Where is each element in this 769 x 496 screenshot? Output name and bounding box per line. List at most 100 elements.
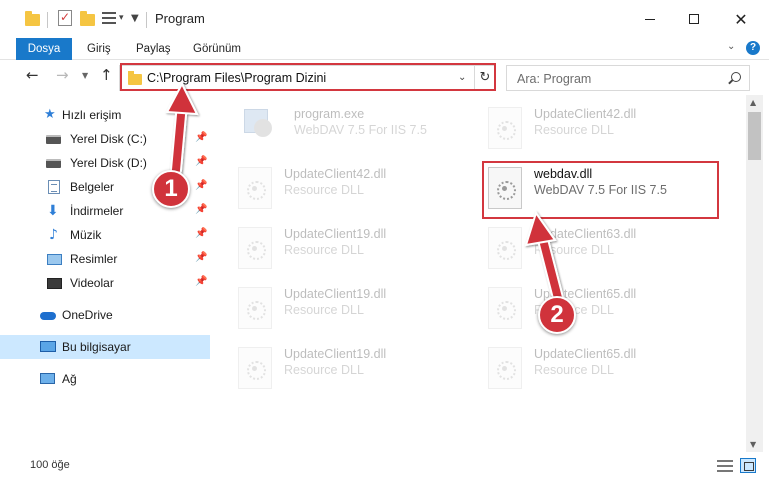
back-arrow-icon[interactable]: ← <box>26 66 39 84</box>
dll-file-icon <box>238 227 272 269</box>
pin-icon[interactable]: 📌 <box>195 276 207 287</box>
sidebar-item-local-disk-c[interactable]: Yerel Disk (C:) 📌 <box>0 127 210 151</box>
maximize-button[interactable] <box>671 0 717 38</box>
file-item[interactable]: program.exe WebDAV 7.5 For IIS 7.5 <box>232 101 472 159</box>
file-description: WebDAV 7.5 For IIS 7.5 <box>294 123 427 137</box>
tab-view[interactable]: Görünüm <box>193 38 241 60</box>
vertical-scrollbar[interactable]: ▲ ▼ <box>746 95 763 452</box>
file-description: Resource DLL <box>534 123 614 137</box>
minimize-button[interactable] <box>627 0 673 38</box>
file-name: UpdateClient65.dll <box>534 347 637 361</box>
scrollbar-thumb[interactable] <box>748 112 761 160</box>
tab-share[interactable]: Paylaş <box>136 38 171 60</box>
help-icon[interactable]: ? <box>746 41 760 55</box>
window-bottom-edge <box>0 478 769 496</box>
new-folder-icon[interactable] <box>80 11 95 26</box>
file-description: Resource DLL <box>284 243 364 257</box>
search-placeholder: Ara: Program <box>517 72 592 86</box>
title-bar: ▾ ▼ Program ✕ <box>0 0 769 38</box>
pin-icon[interactable]: 📌 <box>195 204 207 215</box>
videos-icon <box>47 278 62 289</box>
scroll-up-icon[interactable]: ▲ <box>750 98 756 107</box>
close-button[interactable]: ✕ <box>718 0 764 38</box>
file-item[interactable]: UpdateClient19.dll Resource DLL <box>230 281 470 339</box>
dll-file-icon <box>488 227 522 269</box>
file-item[interactable]: UpdateClient65.dll Resource DLL <box>480 341 720 399</box>
folder-icon <box>128 71 142 85</box>
file-item[interactable]: UpdateClient63.dll Resource DLL <box>480 221 720 279</box>
status-bar: 100 öğe <box>0 454 769 478</box>
sidebar-item-pictures[interactable]: Resimler 📌 <box>0 247 210 271</box>
quick-access-dropdown-icon[interactable]: ▾ <box>119 13 124 23</box>
file-name: UpdateClient19.dll <box>284 347 387 361</box>
sidebar-item-this-pc[interactable]: Bu bilgisayar <box>0 335 210 359</box>
file-name: UpdateClient19.dll <box>284 287 387 301</box>
file-item[interactable]: UpdateClient65.dll Resource DLL <box>480 281 720 339</box>
search-input[interactable]: Ara: Program <box>506 65 750 91</box>
up-arrow-icon[interactable]: ↑ <box>100 66 113 84</box>
dll-file-icon <box>238 167 272 209</box>
window-title: Program <box>155 11 205 26</box>
navigation-pane: ★ Hızlı erişim Yerel Disk (C:) 📌 Yerel D… <box>0 100 212 452</box>
sidebar-item-music[interactable]: ♪ Müzik 📌 <box>0 223 210 247</box>
file-name: UpdateClient19.dll <box>284 227 387 241</box>
tab-home[interactable]: Giriş <box>87 38 111 60</box>
sidebar-item-label: Resimler <box>70 252 118 266</box>
computer-icon <box>40 341 56 352</box>
documents-icon <box>48 180 60 194</box>
folder-icon <box>25 11 40 26</box>
pin-icon[interactable]: 📌 <box>195 228 207 239</box>
file-item[interactable]: UpdateClient19.dll Resource DLL <box>230 221 470 279</box>
sidebar-item-network[interactable]: Ağ <box>0 367 210 391</box>
maximize-icon <box>689 14 699 24</box>
step-1-badge: 1 <box>152 170 190 208</box>
minimize-icon <box>645 18 655 20</box>
dll-file-icon <box>488 167 522 209</box>
file-item[interactable]: UpdateClient42.dll Resource DLL <box>480 101 720 159</box>
file-description: Resource DLL <box>534 243 614 257</box>
scroll-down-icon[interactable]: ▼ <box>750 440 756 449</box>
file-description: WebDAV 7.5 For IIS 7.5 <box>534 183 667 197</box>
recent-locations-icon[interactable]: ▼ <box>82 71 88 80</box>
pin-icon[interactable]: 📌 <box>195 252 207 263</box>
file-list: program.exe WebDAV 7.5 For IIS 7.5 Updat… <box>214 95 746 452</box>
forward-arrow-icon[interactable]: → <box>56 66 69 84</box>
address-dropdown-icon[interactable]: ⌄ <box>458 72 466 83</box>
view-icon[interactable] <box>102 12 116 24</box>
file-item-webdav[interactable]: webdav.dll WebDAV 7.5 For IIS 7.5 <box>480 161 720 219</box>
pin-icon[interactable]: 📌 <box>195 156 207 167</box>
address-bar[interactable]: C:\Program Files\Program Dizini ⌄ ↻ <box>119 65 495 91</box>
address-path[interactable]: C:\Program Files\Program Dizini <box>147 71 326 85</box>
pin-icon[interactable]: 📌 <box>195 180 207 191</box>
customize-toolbar-icon[interactable]: ▼ <box>131 13 139 24</box>
file-item[interactable]: UpdateClient42.dll Resource DLL <box>230 161 470 219</box>
sidebar-item-label: Yerel Disk (C:) <box>70 132 147 146</box>
sidebar-item-label: Videolar <box>70 276 114 290</box>
network-icon <box>40 373 55 384</box>
properties-icon[interactable] <box>58 10 72 26</box>
file-name: UpdateClient63.dll <box>534 227 637 241</box>
navigation-bar: ← → ▼ ↑ C:\Program Files\Program Dizini … <box>0 61 769 95</box>
pin-icon[interactable]: 📌 <box>195 132 207 143</box>
search-icon[interactable] <box>731 72 741 82</box>
toolbar-separator <box>47 12 48 28</box>
tab-file[interactable]: Dosya <box>16 38 72 60</box>
file-item[interactable]: UpdateClient19.dll Resource DLL <box>230 341 470 399</box>
file-description: Resource DLL <box>284 183 364 197</box>
tiles-view-icon[interactable] <box>740 458 756 473</box>
sidebar-item-onedrive[interactable]: OneDrive <box>0 303 210 327</box>
file-description: Resource DLL <box>534 363 614 377</box>
sidebar-item-label: Ağ <box>62 372 77 386</box>
expand-ribbon-icon[interactable]: ⌄ <box>727 41 735 52</box>
sidebar-item-label: İndirmeler <box>70 204 124 218</box>
dll-file-icon <box>488 347 522 389</box>
dll-file-icon <box>238 287 272 329</box>
file-name: UpdateClient42.dll <box>284 167 387 181</box>
dll-file-icon <box>488 287 522 329</box>
dll-file-icon <box>238 347 272 389</box>
sidebar-item-videos[interactable]: Videolar 📌 <box>0 271 210 295</box>
details-view-icon[interactable] <box>717 460 733 472</box>
sidebar-item-label: OneDrive <box>62 308 113 322</box>
sidebar-item-quick-access[interactable]: ★ Hızlı erişim <box>0 103 210 127</box>
refresh-icon[interactable]: ↻ <box>474 66 495 90</box>
